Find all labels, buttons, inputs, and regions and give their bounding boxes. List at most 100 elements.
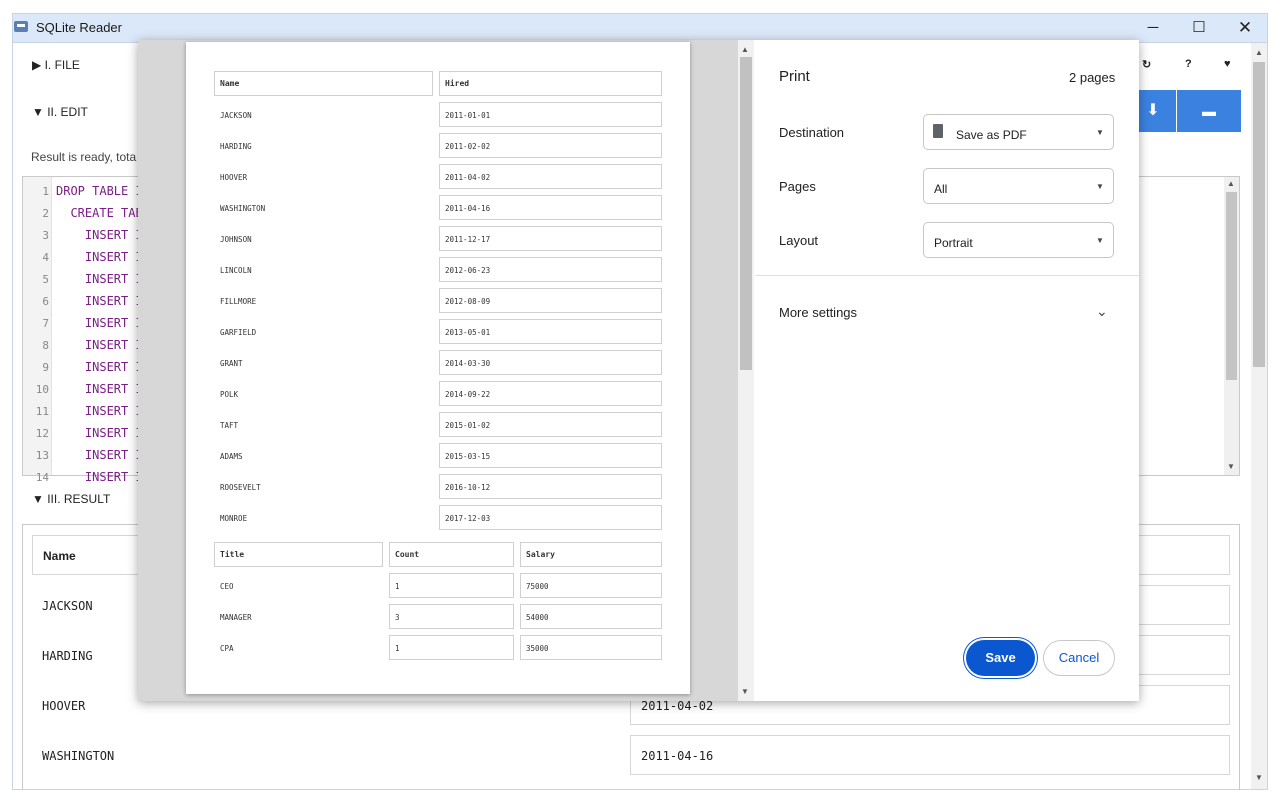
- line-number: 14: [35, 471, 49, 484]
- preview-scroll-thumb[interactable]: [740, 57, 752, 370]
- close-button[interactable]: ✕: [1230, 16, 1260, 40]
- line-number: 13: [35, 449, 49, 462]
- preview-cell-name: JOHNSON: [220, 235, 252, 244]
- editor-scroll-down-icon[interactable]: ▼: [1227, 462, 1235, 471]
- line-number: 6: [42, 295, 49, 308]
- line-number: 9: [42, 361, 49, 374]
- preview-cell-hired: 2017-12-03: [445, 514, 491, 523]
- line-number: 4: [42, 251, 49, 264]
- editor-scroll-up-icon[interactable]: ▲: [1227, 179, 1235, 188]
- code-line[interactable]: INSERT I: [56, 470, 143, 484]
- code-line[interactable]: INSERT I: [56, 448, 143, 462]
- section-file-toggle[interactable]: ▶ I. FILE: [32, 58, 80, 72]
- settings-divider: [755, 275, 1139, 276]
- preview-cell-name: HOOVER: [220, 173, 248, 182]
- preview-cell-name: HARDING: [220, 142, 252, 151]
- destination-label: Destination: [779, 125, 845, 140]
- line-number: 11: [35, 405, 49, 418]
- section-result-toggle[interactable]: ▼ III. RESULT: [32, 492, 110, 506]
- download-icon: ⬇: [1146, 102, 1160, 119]
- preview-cell-name: POLK: [220, 390, 239, 399]
- refresh-icon[interactable]: ↻: [1142, 58, 1151, 71]
- pages-value: All: [934, 182, 948, 196]
- pages-label: Pages: [779, 179, 816, 194]
- preview-cell-name: FILLMORE: [220, 297, 257, 306]
- code-line[interactable]: DROP TABLE I: [56, 184, 143, 198]
- line-number: 12: [35, 427, 49, 440]
- help-icon[interactable]: ?: [1185, 58, 1192, 70]
- line-number: 5: [42, 273, 49, 286]
- chevron-down-icon: ▼: [1096, 128, 1104, 137]
- pages-select[interactable]: All ▼: [923, 168, 1114, 204]
- print-title: Print: [779, 68, 810, 85]
- layout-label: Layout: [779, 233, 819, 248]
- preview-scroll-down-icon[interactable]: ▼: [741, 687, 749, 696]
- code-line[interactable]: INSERT I: [56, 426, 143, 440]
- code-line[interactable]: INSERT I: [56, 382, 143, 396]
- preview-cell-box: [389, 604, 514, 629]
- code-line[interactable]: INSERT I: [56, 360, 143, 374]
- page-count: 2 pages: [1069, 70, 1116, 85]
- result-cell-hired-value: 2011-04-02: [641, 699, 714, 713]
- expand-chevron-icon[interactable]: ⌄: [1096, 303, 1108, 320]
- preview-cell: 35000: [526, 644, 549, 653]
- preview-cell-box: [389, 573, 514, 598]
- preview-cell-name: GRANT: [220, 359, 243, 368]
- preview-header-title: Title: [220, 550, 245, 559]
- cancel-button[interactable]: Cancel: [1043, 640, 1115, 676]
- code-line[interactable]: INSERT I: [56, 294, 143, 308]
- result-cell-hired-value: 2011-04-16: [641, 749, 714, 763]
- code-line[interactable]: INSERT I: [56, 250, 143, 264]
- preview-cell-hired: 2015-03-15: [445, 452, 491, 461]
- preview-cell-hired: 2012-06-23: [445, 266, 491, 275]
- preview-header-name: Name: [220, 79, 240, 88]
- minimize-button[interactable]: ─: [1138, 16, 1168, 40]
- line-number: 1: [42, 185, 49, 198]
- result-cell-name: HOOVER: [42, 699, 86, 713]
- close-icon: ✕: [1237, 18, 1253, 37]
- maximize-button[interactable]: ☐: [1184, 16, 1214, 40]
- preview-cell-name: GARFIELD: [220, 328, 257, 337]
- layout-select[interactable]: Portrait ▼: [923, 222, 1114, 258]
- preview-cell: 75000: [526, 582, 549, 591]
- heart-icon[interactable]: ♥: [1224, 58, 1231, 70]
- preview-header-cell: [214, 71, 433, 96]
- destination-value: Save as PDF: [956, 128, 1027, 142]
- code-line[interactable]: INSERT I: [56, 228, 143, 242]
- editor-scroll-thumb[interactable]: [1226, 192, 1237, 380]
- save-button[interactable]: Save: [966, 640, 1035, 676]
- preview-cell: 54000: [526, 613, 549, 622]
- preview-header-cell: [439, 71, 662, 96]
- code-line[interactable]: INSERT I: [56, 316, 143, 330]
- print-button[interactable]: ▬: [1177, 90, 1241, 132]
- preview-header-count: Count: [395, 550, 420, 559]
- main-scroll-down-icon[interactable]: ▼: [1255, 773, 1263, 782]
- maximize-icon: ☐: [1192, 19, 1206, 36]
- preview-header-salary: Salary: [526, 550, 555, 559]
- line-number: 2: [42, 207, 49, 220]
- code-line[interactable]: CREATE TAB: [56, 206, 142, 220]
- preview-cell-hired: 2011-04-16: [445, 204, 491, 213]
- destination-select[interactable]: Save as PDF ▼: [923, 114, 1114, 150]
- main-scroll-up-icon[interactable]: ▲: [1255, 48, 1263, 57]
- result-cell-hired: 2011-04-16: [630, 735, 1230, 775]
- main-scroll-thumb[interactable]: [1253, 62, 1265, 367]
- preview-cell-name: WASHINGTON: [220, 204, 266, 213]
- result-cell-name: WASHINGTON: [42, 749, 115, 763]
- preview-cell-hired: 2011-04-02: [445, 173, 491, 182]
- more-settings-toggle[interactable]: More settings: [779, 305, 857, 320]
- app-icon: [14, 21, 28, 32]
- minimize-icon: ─: [1147, 19, 1159, 36]
- line-number: 7: [42, 317, 49, 330]
- result-cell-name: JACKSON: [42, 599, 93, 613]
- preview-cell-hired: 2014-03-30: [445, 359, 491, 368]
- preview-cell-hired: 2013-05-01: [445, 328, 491, 337]
- preview-cell: 1: [395, 582, 400, 591]
- code-line[interactable]: INSERT I: [56, 338, 143, 352]
- section-edit-toggle[interactable]: ▼ II. EDIT: [32, 105, 88, 119]
- preview-cell-hired: 2011-12-17: [445, 235, 491, 244]
- code-line[interactable]: INSERT I: [56, 404, 143, 418]
- code-line[interactable]: INSERT I: [56, 272, 143, 286]
- preview-scroll-up-icon[interactable]: ▲: [741, 45, 749, 54]
- preview-cell: CEO: [220, 582, 234, 591]
